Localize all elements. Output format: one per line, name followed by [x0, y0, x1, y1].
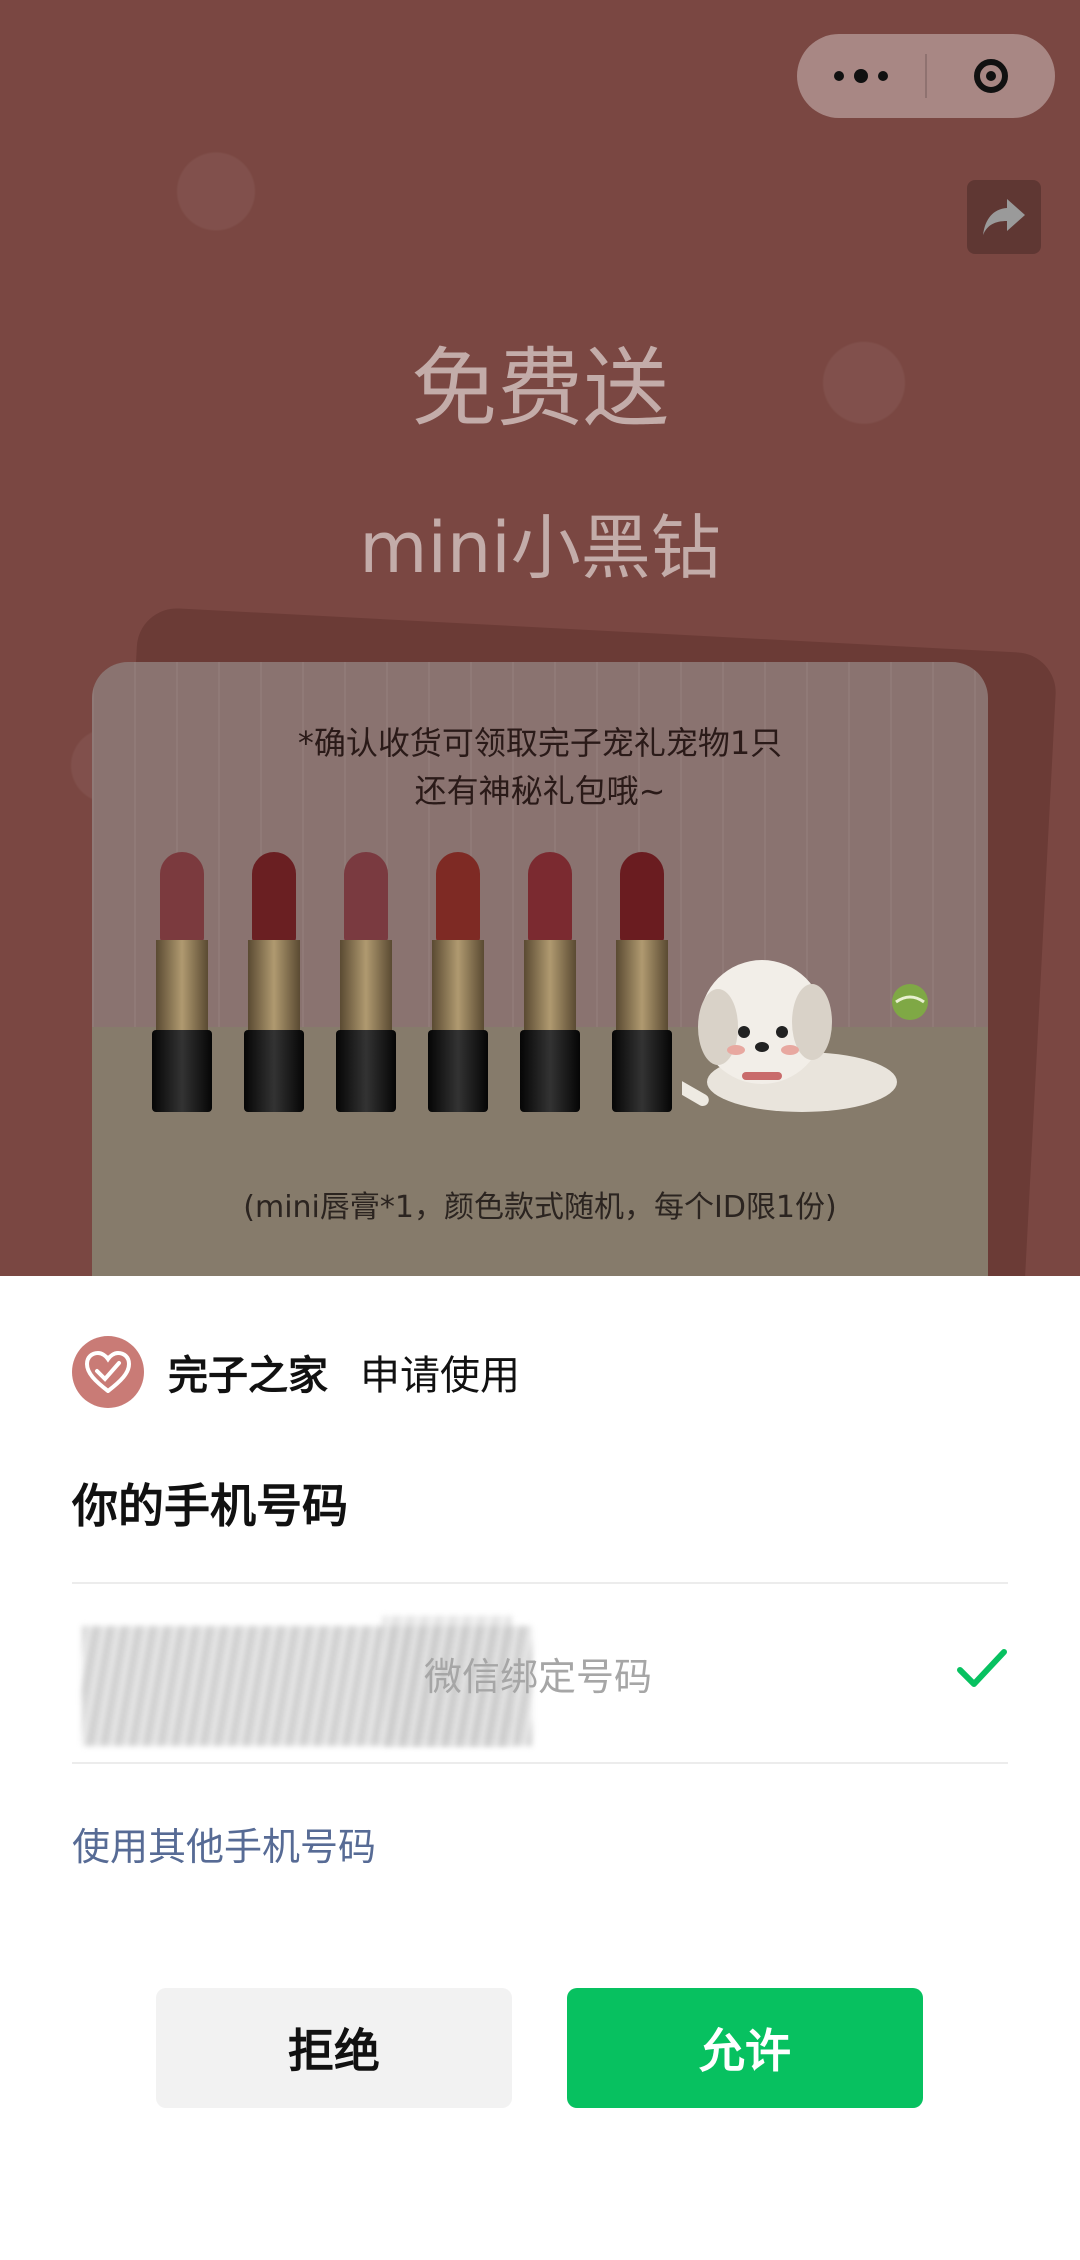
phone-auth-sheet: 完子之家 申请使用 你的手机号码 微信绑定号码 使用其他手机号码 拒绝 允许 — [0, 1276, 1080, 2260]
lipstick-sleeve — [524, 940, 576, 1032]
lipstick — [336, 852, 396, 1112]
promo-card: *确认收货可领取完子宠礼宠物1只 还有神秘礼包哦~ (mini唇膏*1，颜色款式… — [92, 662, 988, 1276]
phone-option-row[interactable]: 微信绑定号码 — [72, 1586, 1008, 1762]
check-icon — [957, 1649, 1007, 1687]
reject-button[interactable]: 拒绝 — [156, 1988, 512, 2108]
more-dot-icon — [834, 71, 844, 81]
lipstick-tip — [436, 852, 480, 942]
permission-title: 你的手机号码 — [72, 1479, 348, 1533]
lipstick-base — [520, 1030, 580, 1112]
lipstick-sleeve — [432, 940, 484, 1032]
share-button[interactable] — [967, 180, 1041, 254]
lipstick — [428, 852, 488, 1112]
card-note: (mini唇膏*1，颜色款式随机，每个ID限1份) — [243, 1190, 837, 1225]
lipstick-tip — [528, 852, 572, 942]
divider — [72, 1762, 1008, 1764]
close-mini-program-button[interactable] — [927, 59, 1055, 93]
promo-subtitle: mini小黑钻 — [359, 507, 721, 589]
mini-program-capsule — [797, 34, 1055, 118]
use-other-phone-link[interactable]: 使用其他手机号码 — [72, 1816, 376, 1871]
allow-button[interactable]: 允许 — [567, 1988, 923, 2108]
app-logo — [72, 1336, 144, 1408]
target-icon — [974, 59, 1008, 93]
phone-label: 微信绑定号码 — [424, 1655, 653, 1699]
heart-check-icon — [85, 1351, 131, 1393]
lipstick — [244, 852, 304, 1112]
lipstick-tip — [160, 852, 204, 942]
lipstick — [520, 852, 580, 1112]
lipstick-base — [152, 1030, 212, 1112]
lipstick-group — [152, 852, 712, 1152]
lipstick-base — [612, 1030, 672, 1112]
puppy-illustration — [682, 960, 928, 1112]
lipstick — [612, 852, 672, 1112]
background-page: 免费送 mini小黑钻 *确认收货可领取完子宠礼宠物1只 还有神秘礼包哦~ (m… — [0, 0, 1080, 1276]
more-dot-icon — [854, 69, 868, 83]
lipstick-sleeve — [616, 940, 668, 1032]
more-menu-button[interactable] — [797, 69, 925, 83]
more-dot-icon — [878, 71, 888, 81]
lipstick-sleeve — [340, 940, 392, 1032]
lipstick-base — [428, 1030, 488, 1112]
divider — [72, 1582, 1008, 1584]
lipstick — [152, 852, 212, 1112]
card-line-1: *确认收货可领取完子宠礼宠物1只 — [297, 724, 783, 762]
app-name: 完子之家 — [168, 1353, 328, 1399]
lipstick-sleeve — [156, 940, 208, 1032]
lipstick-base — [244, 1030, 304, 1112]
share-arrow-icon — [983, 199, 1025, 235]
app-header: 完子之家 申请使用 — [72, 1336, 520, 1408]
promo-title: 免费送 — [411, 339, 669, 439]
lipstick-tip — [252, 852, 296, 942]
lipstick-tip — [620, 852, 664, 942]
card-line-2: 还有神秘礼包哦~ — [414, 772, 666, 810]
request-text: 申请使用 — [360, 1353, 520, 1399]
lipstick-base — [336, 1030, 396, 1112]
lipstick-sleeve — [248, 940, 300, 1032]
lipstick-tip — [344, 852, 388, 942]
